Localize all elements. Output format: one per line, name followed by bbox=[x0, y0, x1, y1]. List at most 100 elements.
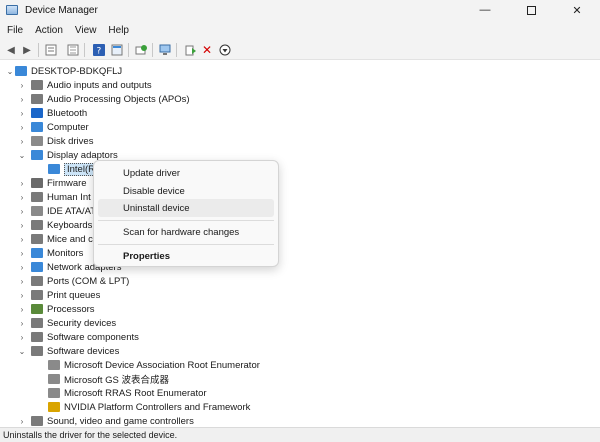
mouse-icon bbox=[31, 234, 43, 244]
tree-item-label: IDE ATA/AT bbox=[47, 205, 97, 217]
port-icon bbox=[31, 276, 43, 286]
category-item[interactable]: › Processors bbox=[17, 302, 95, 316]
category-item[interactable]: › Sound, video and game controllers bbox=[17, 414, 194, 427]
category-item[interactable]: › Firmware bbox=[17, 176, 87, 190]
back-arrow-icon[interactable]: ◀ bbox=[4, 43, 18, 57]
security-icon bbox=[31, 318, 43, 328]
category-item[interactable]: › Bluetooth bbox=[17, 106, 88, 120]
toolbar-divider bbox=[128, 43, 129, 57]
toolbar-divider bbox=[84, 43, 85, 57]
scan-icon[interactable] bbox=[134, 43, 148, 57]
menu-disable-device[interactable]: Disable device bbox=[98, 182, 274, 200]
speaker-icon bbox=[31, 94, 43, 104]
menu-action[interactable]: Action bbox=[35, 25, 63, 36]
help-icon[interactable]: ? bbox=[92, 43, 106, 57]
chevron-right-icon[interactable]: › bbox=[17, 417, 27, 426]
chevron-right-icon[interactable]: › bbox=[17, 137, 27, 146]
chevron-right-icon[interactable]: › bbox=[17, 123, 27, 132]
category-item[interactable]: › Computer bbox=[17, 120, 89, 134]
tree-item-label: Computer bbox=[47, 121, 89, 133]
category-item[interactable]: › Mice and c bbox=[17, 232, 93, 246]
chevron-right-icon[interactable]: › bbox=[17, 235, 27, 244]
device-item[interactable]: NVIDIA Platform Controllers and Framewor… bbox=[48, 400, 250, 414]
properties-icon[interactable] bbox=[44, 43, 58, 57]
speaker-icon bbox=[31, 80, 43, 90]
tree-item-label: Disk drives bbox=[47, 135, 94, 147]
menu-update-driver[interactable]: Update driver bbox=[98, 164, 274, 182]
menu-view[interactable]: View bbox=[75, 25, 97, 36]
tree-item-label: Security devices bbox=[47, 317, 117, 329]
category-item[interactable]: › Software components bbox=[17, 330, 139, 344]
view-icon[interactable] bbox=[110, 43, 124, 57]
update-driver-icon[interactable] bbox=[184, 43, 198, 57]
chevron-right-icon[interactable]: › bbox=[17, 81, 27, 90]
category-item[interactable]: › Audio inputs and outputs bbox=[17, 78, 152, 92]
toolbar-divider bbox=[176, 43, 177, 57]
chevron-down-icon[interactable]: ⌄ bbox=[17, 347, 27, 356]
chevron-down-icon[interactable]: ⌄ bbox=[5, 67, 15, 76]
chevron-right-icon[interactable]: › bbox=[17, 221, 27, 230]
category-item[interactable]: › Security devices bbox=[17, 316, 117, 330]
tree-item-label: Keyboards bbox=[47, 219, 93, 231]
menu-properties[interactable]: Properties bbox=[98, 247, 274, 265]
display-icon bbox=[48, 164, 60, 174]
category-item[interactable]: ⌄ Software devices bbox=[17, 344, 120, 358]
device-item[interactable]: Microsoft RRAS Root Enumerator bbox=[48, 386, 207, 400]
tree-item-label: Sound, video and game controllers bbox=[47, 415, 194, 427]
maximize-button[interactable] bbox=[508, 0, 554, 20]
tree-item-label: Bluetooth bbox=[47, 107, 88, 119]
download-icon[interactable] bbox=[218, 43, 232, 57]
chevron-down-icon[interactable]: ⌄ bbox=[17, 151, 27, 160]
toolbar-divider bbox=[38, 43, 39, 57]
category-item[interactable]: › Ports (COM & LPT) bbox=[17, 274, 130, 288]
chevron-right-icon[interactable]: › bbox=[17, 179, 27, 188]
toolbar-divider bbox=[152, 43, 153, 57]
tree-root[interactable]: ⌄ DESKTOP-BDKQFLJ bbox=[5, 64, 123, 78]
tree-item-label: Software devices bbox=[47, 345, 120, 357]
monitor-icon bbox=[31, 248, 43, 258]
device-item[interactable]: Microsoft GS 波表合成器 bbox=[48, 372, 169, 386]
close-button[interactable]: ✕ bbox=[554, 0, 600, 20]
menu-help[interactable]: Help bbox=[108, 25, 129, 36]
chevron-right-icon[interactable]: › bbox=[17, 319, 27, 328]
forward-arrow-icon[interactable]: ▶ bbox=[20, 43, 34, 57]
category-item[interactable]: › Audio Processing Objects (APOs) bbox=[17, 92, 190, 106]
chevron-right-icon[interactable]: › bbox=[17, 305, 27, 314]
disk-icon bbox=[31, 136, 43, 146]
category-item[interactable]: › IDE ATA/AT bbox=[17, 204, 96, 218]
chevron-right-icon[interactable]: › bbox=[17, 95, 27, 104]
chevron-right-icon[interactable]: › bbox=[17, 277, 27, 286]
category-item[interactable]: › Human Int bbox=[17, 190, 91, 204]
chevron-right-icon[interactable]: › bbox=[17, 333, 27, 342]
tree-item-label: Audio inputs and outputs bbox=[47, 79, 152, 91]
menu-scan-hardware[interactable]: Scan for hardware changes bbox=[98, 223, 274, 241]
processor-icon bbox=[31, 304, 43, 314]
chevron-right-icon[interactable]: › bbox=[17, 109, 27, 118]
status-bar: Uninstalls the driver for the selected d… bbox=[0, 427, 600, 442]
tree-item-label: Display adaptors bbox=[47, 149, 118, 161]
device-tree: ⌄ DESKTOP-BDKQFLJ › Audio inputs and outp… bbox=[0, 61, 600, 427]
category-item[interactable]: › Print queues bbox=[17, 288, 101, 302]
device-item[interactable]: Microsoft Device Association Root Enumer… bbox=[48, 358, 260, 372]
minimize-button[interactable]: — bbox=[462, 0, 508, 20]
window-title: Device Manager bbox=[25, 4, 98, 16]
chevron-right-icon[interactable]: › bbox=[17, 263, 27, 272]
category-item[interactable]: › Keyboards bbox=[17, 218, 93, 232]
chevron-right-icon[interactable]: › bbox=[17, 207, 27, 216]
list-icon[interactable] bbox=[66, 43, 80, 57]
category-item[interactable]: › Disk drives bbox=[17, 134, 94, 148]
tree-item-label: Microsoft RRAS Root Enumerator bbox=[64, 387, 207, 399]
menu-uninstall-device[interactable]: Uninstall device bbox=[98, 199, 274, 217]
chevron-right-icon[interactable]: › bbox=[17, 193, 27, 202]
monitor-icon[interactable] bbox=[158, 43, 172, 57]
computer-icon bbox=[15, 66, 27, 76]
menu-file[interactable]: File bbox=[7, 25, 23, 36]
chevron-right-icon[interactable]: › bbox=[17, 249, 27, 258]
device-manager-icon bbox=[6, 5, 18, 15]
chevron-right-icon[interactable]: › bbox=[17, 291, 27, 300]
computer-icon bbox=[31, 122, 43, 132]
uninstall-icon[interactable]: ✕ bbox=[200, 43, 214, 57]
menu-divider bbox=[98, 244, 274, 245]
category-item[interactable]: › Monitors bbox=[17, 246, 84, 260]
device-icon bbox=[48, 388, 60, 398]
